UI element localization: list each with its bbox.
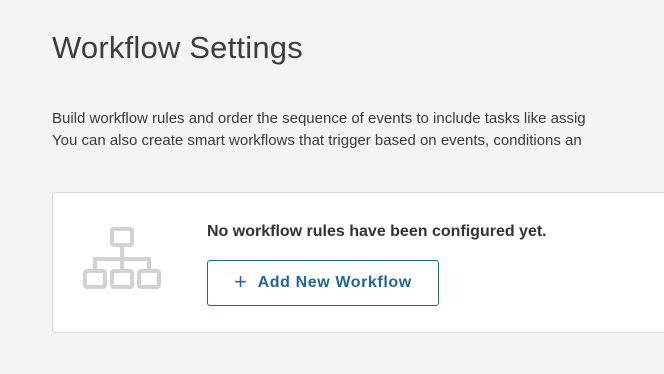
empty-state-message: No workflow rules have been configured y… bbox=[207, 223, 547, 240]
workflow-settings-page: Workflow Settings Build workflow rules a… bbox=[0, 0, 664, 374]
add-new-workflow-label: Add New Workflow bbox=[257, 274, 412, 291]
workflow-hierarchy-icon bbox=[83, 227, 161, 289]
empty-state-card: No workflow rules have been configured y… bbox=[52, 192, 664, 333]
plus-icon: + bbox=[234, 269, 248, 294]
page-description: Build workflow rules and order the seque… bbox=[52, 108, 664, 152]
description-line-1: Build workflow rules and order the seque… bbox=[52, 110, 586, 127]
description-line-2: You can also create smart workflows that… bbox=[52, 132, 582, 149]
page-title: Workflow Settings bbox=[52, 30, 303, 65]
add-new-workflow-button[interactable]: + Add New Workflow bbox=[207, 260, 439, 306]
